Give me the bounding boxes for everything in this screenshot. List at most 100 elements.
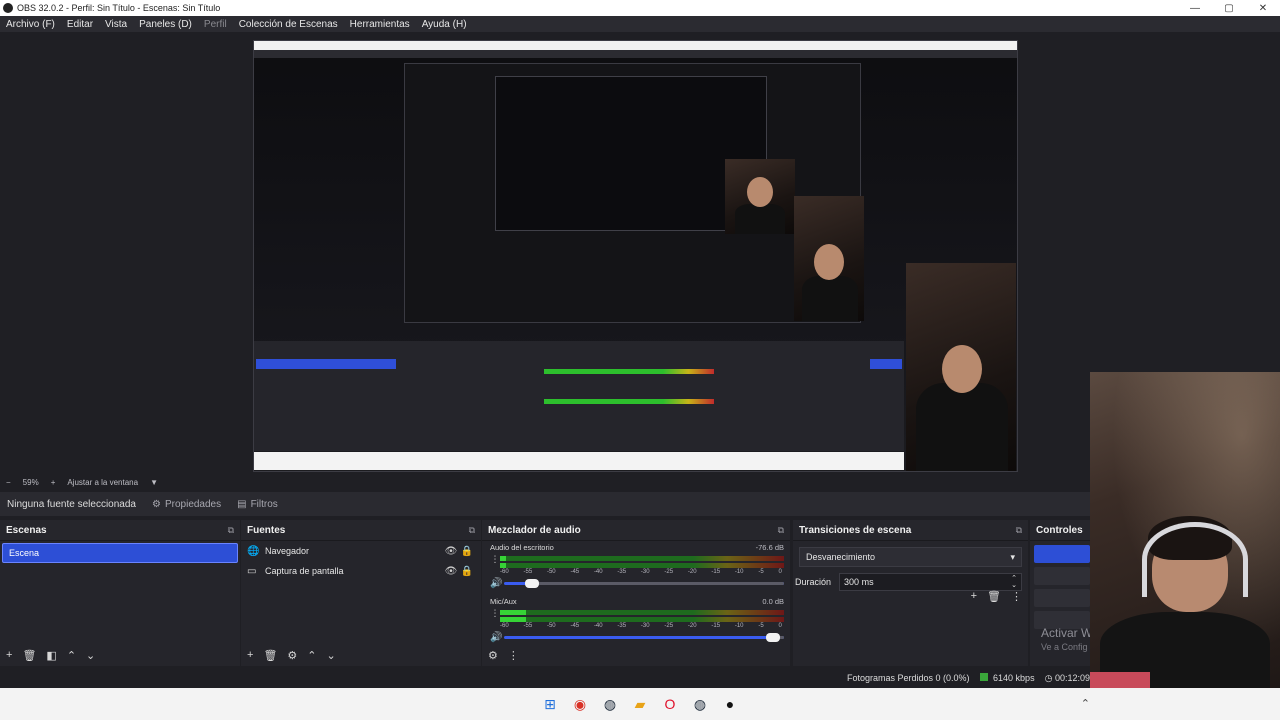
volume-slider[interactable] [504,633,784,642]
filter-icon: ▤ [237,498,247,510]
chrome-icon[interactable]: ◉ [571,695,589,713]
nested-docks [254,341,904,451]
menu-editar[interactable]: Editar [61,19,99,30]
filters-button[interactable]: ▤ Filtros [229,499,286,510]
add-source-icon[interactable]: + [247,649,253,661]
scenes-dock: Escenas ⧉ Escena + 🗑 ◧ ⌃ ⌄ [0,520,240,666]
dropped-frames: Fotogramas Perdidos 0 (0.0%) [846,673,970,683]
chevron-down-icon[interactable]: ▼ [144,478,164,487]
meter-tick-label: 0 [778,623,782,629]
statusbar: Fotogramas Perdidos 0 (0.0%) 6140 kbps ◷… [0,668,1090,688]
properties-button[interactable]: ⚙ Propiedades [144,499,229,510]
sources-dock-footer: + 🗑 ⚙ ⌃ ⌄ [241,644,481,666]
start-streaming-button[interactable] [1034,545,1090,563]
studio-mode-button[interactable] [1034,589,1090,607]
source-toolbar: Ninguna fuente seleccionada ⚙ Propiedade… [0,492,1090,516]
zoom-in-button[interactable]: + [45,478,62,487]
move-up-icon[interactable]: ⌃ [307,649,316,662]
nested-webcam-small [725,159,795,234]
minimize-button[interactable]: — [1178,0,1212,16]
delete-source-icon[interactable]: 🗑 [263,649,277,662]
start-recording-button[interactable] [1034,567,1090,585]
add-scene-icon[interactable]: + [6,649,12,661]
nested-titlebar [254,41,1017,50]
tray-chevron-icon[interactable]: ⌃ [1081,697,1090,710]
menu-coleccion-escenas[interactable]: Colección de Escenas [233,19,344,30]
signal-icon [979,673,988,681]
chevron-down-icon: ▾ [1010,551,1015,562]
scene-item[interactable]: Escena [2,543,238,563]
level-fill [500,563,506,568]
meter-tick-label: -50 [546,623,556,629]
source-item[interactable]: 🌐 Navegador 👁 🔒 [241,541,481,561]
move-down-icon[interactable]: ⌄ [327,649,336,662]
menu-archivo[interactable]: Archivo (F) [0,19,61,30]
transition-actions: + 🗑 ⋮ [971,590,1022,603]
transition-select[interactable]: Desvanecimiento ▾ [799,547,1022,567]
lock-icon[interactable]: 🔒 [459,566,475,577]
undock-icon[interactable]: ⧉ [778,525,784,536]
no-source-label: Ninguna fuente seleccionada [7,498,136,510]
level-fill [500,610,526,615]
advanced-audio-icon[interactable]: ⚙ [488,649,498,662]
track-menu-icon[interactable]: ⋮ [490,608,500,618]
level-fill [500,556,506,561]
scene-filters-icon[interactable]: ◧ [46,649,56,662]
move-up-icon[interactable]: ⌃ [67,649,76,662]
mixer-menu-icon[interactable]: ⋮ [508,649,519,662]
undock-icon[interactable]: ⧉ [1016,525,1022,536]
file-explorer-icon[interactable]: ▰ [631,695,649,713]
track-name: Mic/Aux [490,597,517,606]
menu-ayuda[interactable]: Ayuda (H) [416,19,473,30]
steam-alt-icon[interactable]: ◍ [691,695,709,713]
menu-herramientas[interactable]: Herramientas [344,19,416,30]
speaker-icon[interactable]: 🔊 [490,578,504,589]
delete-transition-icon[interactable]: 🗑 [987,590,1001,603]
track-menu-icon[interactable]: ⋮ [490,554,500,564]
zoom-out-button[interactable]: − [0,478,17,487]
undock-icon[interactable]: ⧉ [228,525,234,536]
transition-menu-icon[interactable]: ⋮ [1011,590,1022,603]
menu-vista[interactable]: Vista [99,19,133,30]
transitions-dock: Transiciones de escena ⧉ Desvanecimiento… [793,520,1028,666]
source-item[interactable]: ▭ Captura de pantalla 👁 🔒 [241,561,481,581]
obs-logo-icon [3,3,13,13]
transition-selected: Desvanecimiento [806,552,876,562]
steam-icon[interactable]: ◍ [601,695,619,713]
close-button[interactable]: ✕ [1246,0,1280,16]
volume-knob[interactable] [765,633,780,642]
volume-slider[interactable] [504,579,784,588]
source-properties-icon[interactable]: ⚙ [287,649,297,662]
menu-perfil[interactable]: Perfil [198,19,233,30]
keyboard [1090,672,1150,688]
bitrate-value: 6140 kbps [993,673,1035,683]
obs-taskbar-icon[interactable]: ● [721,695,739,713]
duration-input[interactable]: 300 ms ⌃ ⌄ [839,573,1022,591]
undock-icon[interactable]: ⧉ [469,525,475,536]
move-down-icon[interactable]: ⌄ [86,649,95,662]
eye-icon[interactable]: 👁 [443,546,459,557]
eye-icon[interactable]: 👁 [443,566,459,577]
scenes-dock-title: Escenas [6,524,47,536]
scenes-dock-header: Escenas ⧉ [0,520,240,541]
sources-dock-title: Fuentes [247,524,286,536]
track-db: 0.0 dB [762,597,784,606]
speaker-icon[interactable]: 🔊 [490,632,504,643]
lock-icon[interactable]: 🔒 [459,546,475,557]
mixer-dock-footer: ⚙ ⋮ [482,644,790,666]
windows-start-icon[interactable]: ⊞ [541,695,559,713]
opera-icon[interactable]: O [661,695,679,713]
preview-canvas[interactable] [253,40,1018,472]
fit-to-window-dropdown[interactable]: Ajustar a la ventana [61,478,144,487]
menu-paneles[interactable]: Paneles (D) [133,19,198,30]
delete-scene-icon[interactable]: 🗑 [22,649,36,662]
preview-scale-row: − 59% + Ajustar a la ventana ▼ [0,474,1280,490]
spin-arrows-icon[interactable]: ⌃ ⌄ [1011,575,1017,589]
add-transition-icon[interactable]: + [971,590,977,603]
gear-icon: ⚙ [152,498,161,510]
volume-knob[interactable] [525,579,539,588]
preview-area[interactable] [0,32,1280,474]
maximize-button[interactable]: ▢ [1212,0,1246,16]
mixer-track: Audio del escritorio -76.6 dB ⋮ -60 -55 -5… [482,541,790,595]
meter-tick-label: -50 [546,569,556,575]
